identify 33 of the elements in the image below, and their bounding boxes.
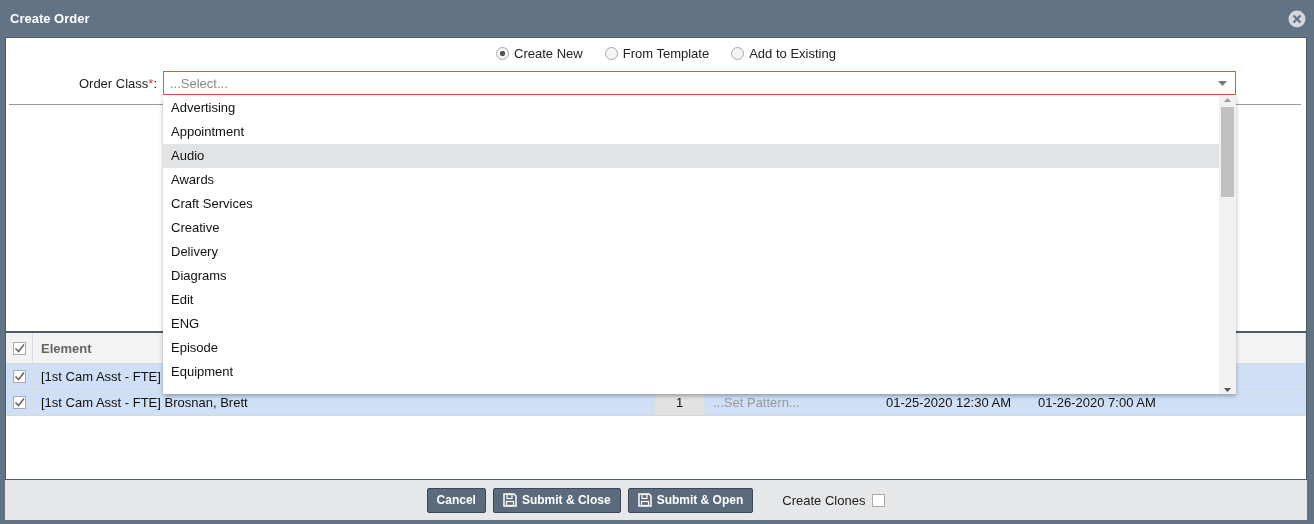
- footer-button[interactable]: Submit & Close: [492, 487, 621, 513]
- radio-button[interactable]: [731, 46, 745, 60]
- radio-label: Add to Existing: [749, 45, 836, 61]
- radio-label: From Template: [622, 45, 710, 61]
- select-field[interactable]: ...Select...: [163, 71, 1236, 95]
- field-label: Order Class*:: [77, 75, 157, 91]
- caret-icon: [1218, 80, 1227, 86]
- close-icon[interactable]: [1288, 9, 1306, 28]
- scrollbar-thumb[interactable]: [1221, 107, 1234, 197]
- radio-button[interactable]: [496, 46, 510, 60]
- scrollbar[interactable]: [1219, 96, 1236, 394]
- table-cell: 1: [675, 395, 684, 410]
- footer-button[interactable]: Submit & Open: [627, 487, 754, 513]
- column-header[interactable]: Element: [41, 340, 92, 356]
- dropdown-option[interactable]: Advertising: [163, 96, 1219, 120]
- window-title: Create Order: [10, 11, 90, 26]
- checkbox-label: Create Clones: [782, 492, 866, 508]
- table-cell: ...Set Pattern...: [713, 395, 800, 410]
- footer-button[interactable]: Cancel: [426, 487, 486, 513]
- radio-button[interactable]: [604, 46, 618, 60]
- scroll-down-icon[interactable]: [1223, 385, 1232, 394]
- create-clones-checkbox[interactable]: [872, 493, 886, 507]
- table-cell: 01-26-2020 7:00 AM: [1038, 395, 1156, 410]
- select-all-checkbox[interactable]: [12, 341, 26, 355]
- row-checkbox[interactable]: [12, 370, 26, 383]
- table-cell: [1st Cam Asst - FTE]: [41, 369, 161, 384]
- dropdown-option[interactable]: Audio: [163, 144, 1219, 168]
- save-icon: [637, 493, 652, 507]
- radio-label: Create New: [514, 45, 583, 61]
- save-icon: [502, 493, 517, 507]
- table-cell: 01-25-2020 12:30 AM: [886, 395, 1012, 410]
- row-checkbox[interactable]: [12, 396, 26, 409]
- table-cell: [1st Cam Asst - FTE] Brosnan, Brett: [41, 395, 248, 410]
